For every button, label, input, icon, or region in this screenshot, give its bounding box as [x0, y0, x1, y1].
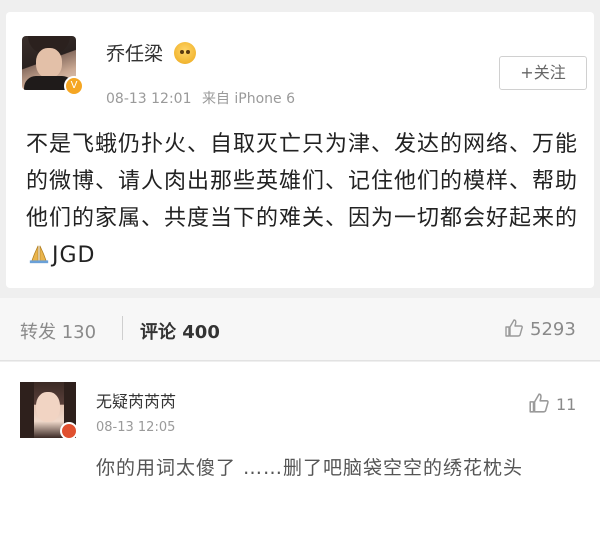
- surprised-face-emoji-icon: [174, 42, 196, 64]
- praying-hands-icon: [29, 245, 49, 264]
- comment-list: 无疑芮芮芮 08-13 12:05 11 你的用词太傻了 ……删了吧脑袋空空的绣…: [0, 362, 600, 543]
- like-button[interactable]: 5293: [504, 318, 576, 340]
- avatar-face: [36, 48, 62, 78]
- thumbs-up-icon: [505, 319, 523, 337]
- thumbs-up-icon: [529, 393, 549, 413]
- avatar-face: [36, 392, 60, 422]
- comment-like-button[interactable]: 11: [528, 392, 576, 414]
- post-source[interactable]: 来自 iPhone 6: [202, 91, 295, 107]
- post-action-bar: 转发 130 评论 400 5293: [0, 298, 600, 361]
- comment-like-count: 11: [556, 395, 577, 414]
- post-text-main: 不是飞蛾仍扑火、自取灭亡只为津、发达的网络、万能的微博、请人肉出那些英雄们、记住…: [26, 132, 579, 231]
- commenter-avatar[interactable]: [20, 382, 76, 438]
- tab-divider: [122, 316, 123, 340]
- comment-text: 你的用词太傻了 ……删了吧脑袋空空的绣花枕头: [96, 457, 524, 479]
- comment-timestamp: 08-13 12:05: [96, 420, 176, 435]
- post-timestamp: 08-13 12:01: [106, 91, 192, 107]
- post-text-signoff: JGD: [52, 243, 96, 268]
- comment-tab[interactable]: 评论 400: [140, 318, 220, 344]
- repost-tab[interactable]: 转发 130: [20, 318, 96, 344]
- follow-button[interactable]: +关注: [499, 56, 587, 90]
- weibo-post-card: V 乔任梁 08-13 12:01 来自 iPhone 6 +关注 不是飞蛾仍扑…: [6, 12, 594, 288]
- verified-badge-icon: V: [64, 76, 84, 96]
- post-meta: 08-13 12:01 来自 iPhone 6: [106, 88, 301, 108]
- member-badge-icon: [60, 422, 76, 438]
- like-count: 5293: [530, 319, 576, 340]
- author-name[interactable]: 乔任梁: [106, 39, 163, 66]
- commenter-name[interactable]: 无疑芮芮芮: [96, 388, 176, 412]
- post-body: 不是飞蛾仍扑火、自取灭亡只为津、发达的网络、万能的微博、请人肉出那些英雄们、记住…: [26, 126, 586, 274]
- avatar-hair-left: [20, 382, 34, 438]
